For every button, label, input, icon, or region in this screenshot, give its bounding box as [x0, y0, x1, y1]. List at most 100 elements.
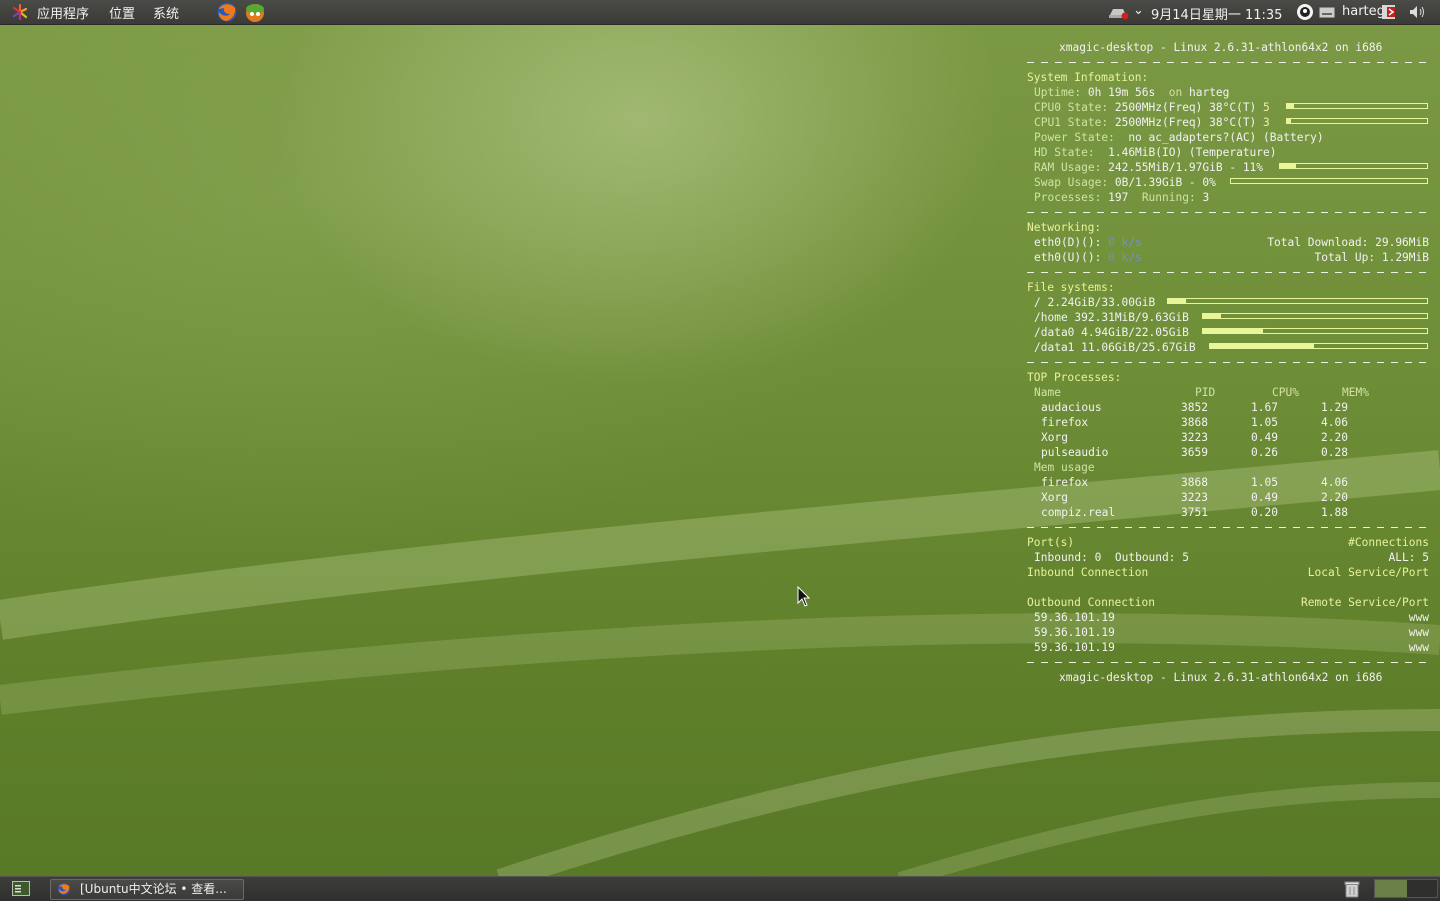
process-pid: 3659: [1181, 446, 1208, 459]
fs-data1-bar: [1209, 343, 1428, 349]
conky-header: xmagic-desktop - Linux 2.6.31-athlon64x2…: [1059, 41, 1383, 54]
outbound-value: 5: [1182, 551, 1189, 564]
fs-home-text: /home 392.31MiB/9.63GiB: [1034, 311, 1189, 324]
eth0-up-label: eth0(U)():: [1034, 251, 1102, 264]
top-panel: 应用程序 位置 系统 ⌄ 9月14日星期一 11:35 harteg: [0, 0, 1440, 25]
system-title: System Infomation:: [1027, 71, 1149, 84]
process-mem: 1.88: [1321, 506, 1348, 519]
host-value: harteg: [1188, 86, 1230, 99]
eth0-down-speed: 0 k/s: [1108, 236, 1142, 249]
mem-usage-label: Mem usage: [1034, 461, 1095, 474]
volume-icon[interactable]: [1408, 4, 1428, 20]
divider: [1027, 355, 1427, 370]
swap-label: Swap Usage:: [1034, 176, 1109, 189]
fs-home-bar: [1202, 313, 1428, 319]
process-mem: 0.28: [1321, 446, 1348, 459]
fs-data0-text: /data0 4.94GiB/22.05GiB: [1034, 326, 1189, 339]
eth0-down-label: eth0(D)():: [1034, 236, 1102, 249]
process-pid: 3751: [1181, 506, 1208, 519]
cpu1-pct: 3: [1263, 116, 1270, 129]
eth0-up-speed: 0 k/s: [1108, 251, 1142, 264]
menu-places[interactable]: 位置: [109, 3, 135, 22]
uptime-label: Uptime:: [1034, 86, 1082, 99]
trash-icon[interactable]: [1342, 879, 1362, 899]
shutdown-icon[interactable]: [1381, 4, 1397, 20]
mouse-cursor-icon: [797, 585, 811, 608]
remote-service: www: [1408, 641, 1429, 654]
process-cpu: 1.05: [1251, 476, 1278, 489]
outbound-connection-label: Outbound Connection: [1027, 596, 1155, 609]
cpu1-label: CPU1 State:: [1034, 116, 1109, 129]
ports-title: Port(s): [1027, 536, 1075, 549]
remote-ip: 59.36.101.19: [1034, 611, 1115, 624]
taskbar-window-button[interactable]: [Ubuntu中文论坛 • 查看...: [50, 879, 244, 900]
workspace-1[interactable]: [1375, 880, 1407, 897]
inbound-label: Inbound:: [1034, 551, 1088, 564]
network-icon[interactable]: [1108, 6, 1130, 20]
processes-label: Processes:: [1034, 191, 1102, 204]
filesystems-title: File systems:: [1027, 281, 1115, 294]
chevron-down-icon[interactable]: ⌄: [1133, 3, 1144, 18]
app-launcher-icon[interactable]: [244, 1, 266, 23]
conky-footer: xmagic-desktop - Linux 2.6.31-athlon64x2…: [1059, 671, 1383, 684]
running-value: 3: [1202, 191, 1210, 204]
all-label: ALL:: [1388, 551, 1416, 564]
ram-value: 242.55MiB/1.97GiB - 11%: [1108, 161, 1264, 174]
process-name: Xorg: [1041, 431, 1068, 444]
col-cpu: CPU%: [1272, 386, 1299, 399]
process-mem: 4.06: [1321, 476, 1348, 489]
remote-service: www: [1408, 611, 1429, 624]
remote-ip: 59.36.101.19: [1034, 626, 1115, 639]
clock[interactable]: 9月14日星期一 11:35: [1151, 4, 1282, 23]
remote-service: www: [1408, 626, 1429, 639]
firefox-launcher-icon[interactable]: [216, 1, 238, 23]
process-cpu: 1.67: [1251, 401, 1278, 414]
process-pid: 3868: [1181, 416, 1208, 429]
status-icon[interactable]: [1296, 3, 1314, 21]
firefox-icon: [57, 882, 71, 896]
process-pid: 3223: [1181, 491, 1208, 504]
bottom-panel: [Ubuntu中文论坛 • 查看...: [0, 876, 1440, 901]
process-name: pulseaudio: [1041, 446, 1109, 459]
workspace-2[interactable]: [1407, 880, 1437, 897]
cpu0-label: CPU0 State:: [1034, 101, 1109, 114]
cpu0-pct: 5: [1263, 101, 1270, 114]
col-name: Name: [1034, 386, 1061, 399]
process-pid: 3868: [1181, 476, 1208, 489]
workspace-switcher[interactable]: [1374, 879, 1438, 898]
process-cpu: 1.05: [1251, 416, 1278, 429]
process-mem: 4.06: [1321, 416, 1348, 429]
fs-root-text: / 2.24GiB/33.00GiB: [1034, 296, 1156, 309]
power-label: Power State:: [1034, 131, 1115, 144]
process-pid: 3852: [1181, 401, 1208, 414]
show-desktop-icon[interactable]: [12, 881, 30, 896]
cpu0-bar: [1286, 103, 1428, 109]
process-pid: 3223: [1181, 431, 1208, 444]
inbound-value: 0: [1094, 551, 1102, 564]
processes-value: 197: [1108, 191, 1129, 204]
divider: [1027, 265, 1427, 280]
process-name: firefox: [1041, 476, 1089, 489]
running-label: Running:: [1141, 191, 1196, 204]
connections-label: #Connections: [1348, 536, 1429, 549]
process-name: firefox: [1041, 416, 1089, 429]
cpu0-value: 2500MHz(Freq) 38°C(T): [1114, 101, 1257, 114]
process-mem: 2.20: [1321, 431, 1348, 444]
process-name: audacious: [1041, 401, 1102, 414]
total-up-label: Total Up:: [1314, 251, 1376, 264]
fs-data1-text: /data1 11.06GiB/25.67GiB: [1034, 341, 1196, 354]
ubuntu-logo-icon[interactable]: [11, 3, 29, 21]
hd-label: HD State:: [1034, 146, 1095, 159]
user-name[interactable]: harteg: [1342, 4, 1385, 19]
cpu1-bar: [1286, 118, 1428, 124]
ram-label: RAM Usage:: [1034, 161, 1102, 174]
col-mem: MEM%: [1342, 386, 1369, 399]
keyboard-icon[interactable]: [1319, 7, 1335, 18]
process-cpu: 0.49: [1251, 491, 1278, 504]
divider: [1027, 55, 1427, 70]
total-up-value: 1.29MiB: [1381, 251, 1429, 264]
menu-applications[interactable]: 应用程序: [37, 3, 89, 22]
menu-system[interactable]: 系统: [153, 3, 179, 22]
inbound-connection-label: Inbound Connection: [1027, 566, 1149, 579]
process-name: compiz.real: [1041, 506, 1116, 519]
